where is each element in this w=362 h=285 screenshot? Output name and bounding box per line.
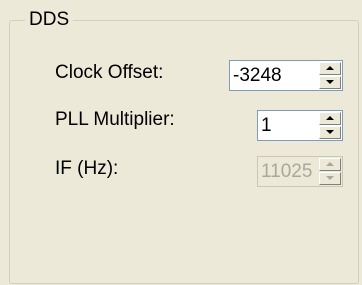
clock-offset-spin-buttons: [319, 62, 341, 89]
pll-multiplier-label: PLL Multiplier:: [55, 109, 175, 130]
arrow-up-icon: [326, 66, 334, 70]
pll-multiplier-input[interactable]: 1: [261, 111, 272, 140]
clock-offset-label: Clock Offset:: [55, 62, 164, 83]
arrow-down-icon: [326, 176, 334, 180]
clock-offset-input[interactable]: -3248: [233, 61, 282, 90]
arrow-up-icon: [326, 162, 334, 166]
pll-multiplier-spin-buttons: [319, 112, 341, 139]
if-hz-label: IF (Hz):: [55, 158, 119, 179]
pll-multiplier-spinner[interactable]: 1: [257, 110, 343, 141]
clock-offset-spinner[interactable]: -3248: [229, 60, 343, 91]
pll-multiplier-down-button[interactable]: [319, 126, 341, 139]
if-hz-down-button: [319, 172, 341, 185]
arrow-down-icon: [326, 80, 334, 84]
if-hz-up-button: [319, 158, 341, 171]
if-hz-spinner: 11025: [257, 156, 343, 187]
arrow-down-icon: [326, 130, 334, 134]
pll-multiplier-up-button[interactable]: [319, 112, 341, 125]
dds-group-title: DDS: [25, 8, 74, 32]
if-hz-spin-buttons: [319, 158, 341, 185]
clock-offset-up-button[interactable]: [319, 62, 341, 75]
clock-offset-down-button[interactable]: [319, 76, 341, 89]
arrow-up-icon: [326, 116, 334, 120]
if-hz-input: 11025: [261, 161, 313, 182]
